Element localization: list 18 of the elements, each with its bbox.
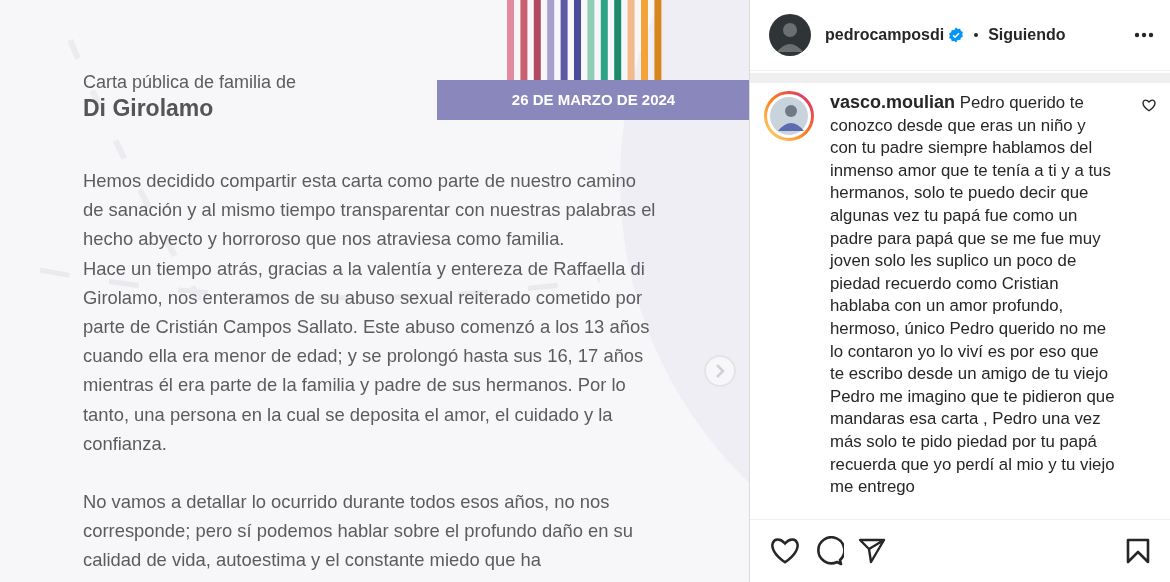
username-link[interactable]: pedrocamposdi xyxy=(825,23,945,47)
comment-text: vasco.moulian Pedro querido te conozco desde que eras un niño y con tu padre siempre hablamos del inmenso amor que te tenía a ti y a tus hermanos, solo te puedo decir que algunas vez tu papá fue como un padre para papá que se me fue muy joven solo les suplico un poco de piedad recuerdo como Cristian hablaba con un amor profundo, hermoso, único Pedro querido no me lo contaron yo lo viví es por eso que te escribo desde un amigo de tu viejo Pedro me imagino que te pidieron que mandaras esa carta , Pedro una vez más solo te pido piedad por tu papá recuerda que yo perdí al mio y tu viejo me entrego xyxy=(830,91,1116,499)
like-icon[interactable] xyxy=(770,537,800,565)
avatar-icon[interactable] xyxy=(769,14,811,56)
username-link[interactable]: vasco.moulian xyxy=(830,92,956,112)
save-icon[interactable] xyxy=(1126,538,1150,564)
dot-separator-icon xyxy=(974,33,979,37)
share-icon[interactable] xyxy=(858,537,886,565)
letter-paragraph: Hemos decidido compartir esta carta como parte de nuestro camino de sanación y al mismo tiempo transparentar con nuestras palabras el hecho abyecto y horroroso que nos atraviesa como familia. xyxy=(83,169,657,252)
letter-subtitle: Carta pública de familia de xyxy=(83,71,297,94)
like-icon[interactable] xyxy=(1142,99,1156,112)
letter-title: Di Girolamo xyxy=(83,94,214,122)
letter-paragraph: Hace un tiempo atrás, gracias a la valentía y entereza de Raffaella di Girolamo, nos enteramos de su abuso sexual reiterado cometido por parte de Cristián Campos Sallato. Este abuso comenzó a los 13 años cuando ella era menor de edad; y se prolongó hasta sus 16, 17 años mientras él era parte de la familia y padre de sus hermanos. Por lo tanto, una persona en la cual se deposita el amor, el cuidado y la confianza. xyxy=(83,256,651,456)
letter-paragraph: No vamos a detallar lo ocurrido durante todos esos años, no nos corresponde; pero sí podemos hablar sobre el profundo daño en su calidad de vida, autoestima y el constante miedo que ha xyxy=(83,490,635,573)
comment-icon[interactable] xyxy=(814,536,844,566)
more-options-icon[interactable] xyxy=(1134,32,1154,38)
following-button[interactable]: Siguiendo xyxy=(988,25,1066,45)
date-banner: 26 DE MARZO DE 2024 xyxy=(437,80,749,120)
